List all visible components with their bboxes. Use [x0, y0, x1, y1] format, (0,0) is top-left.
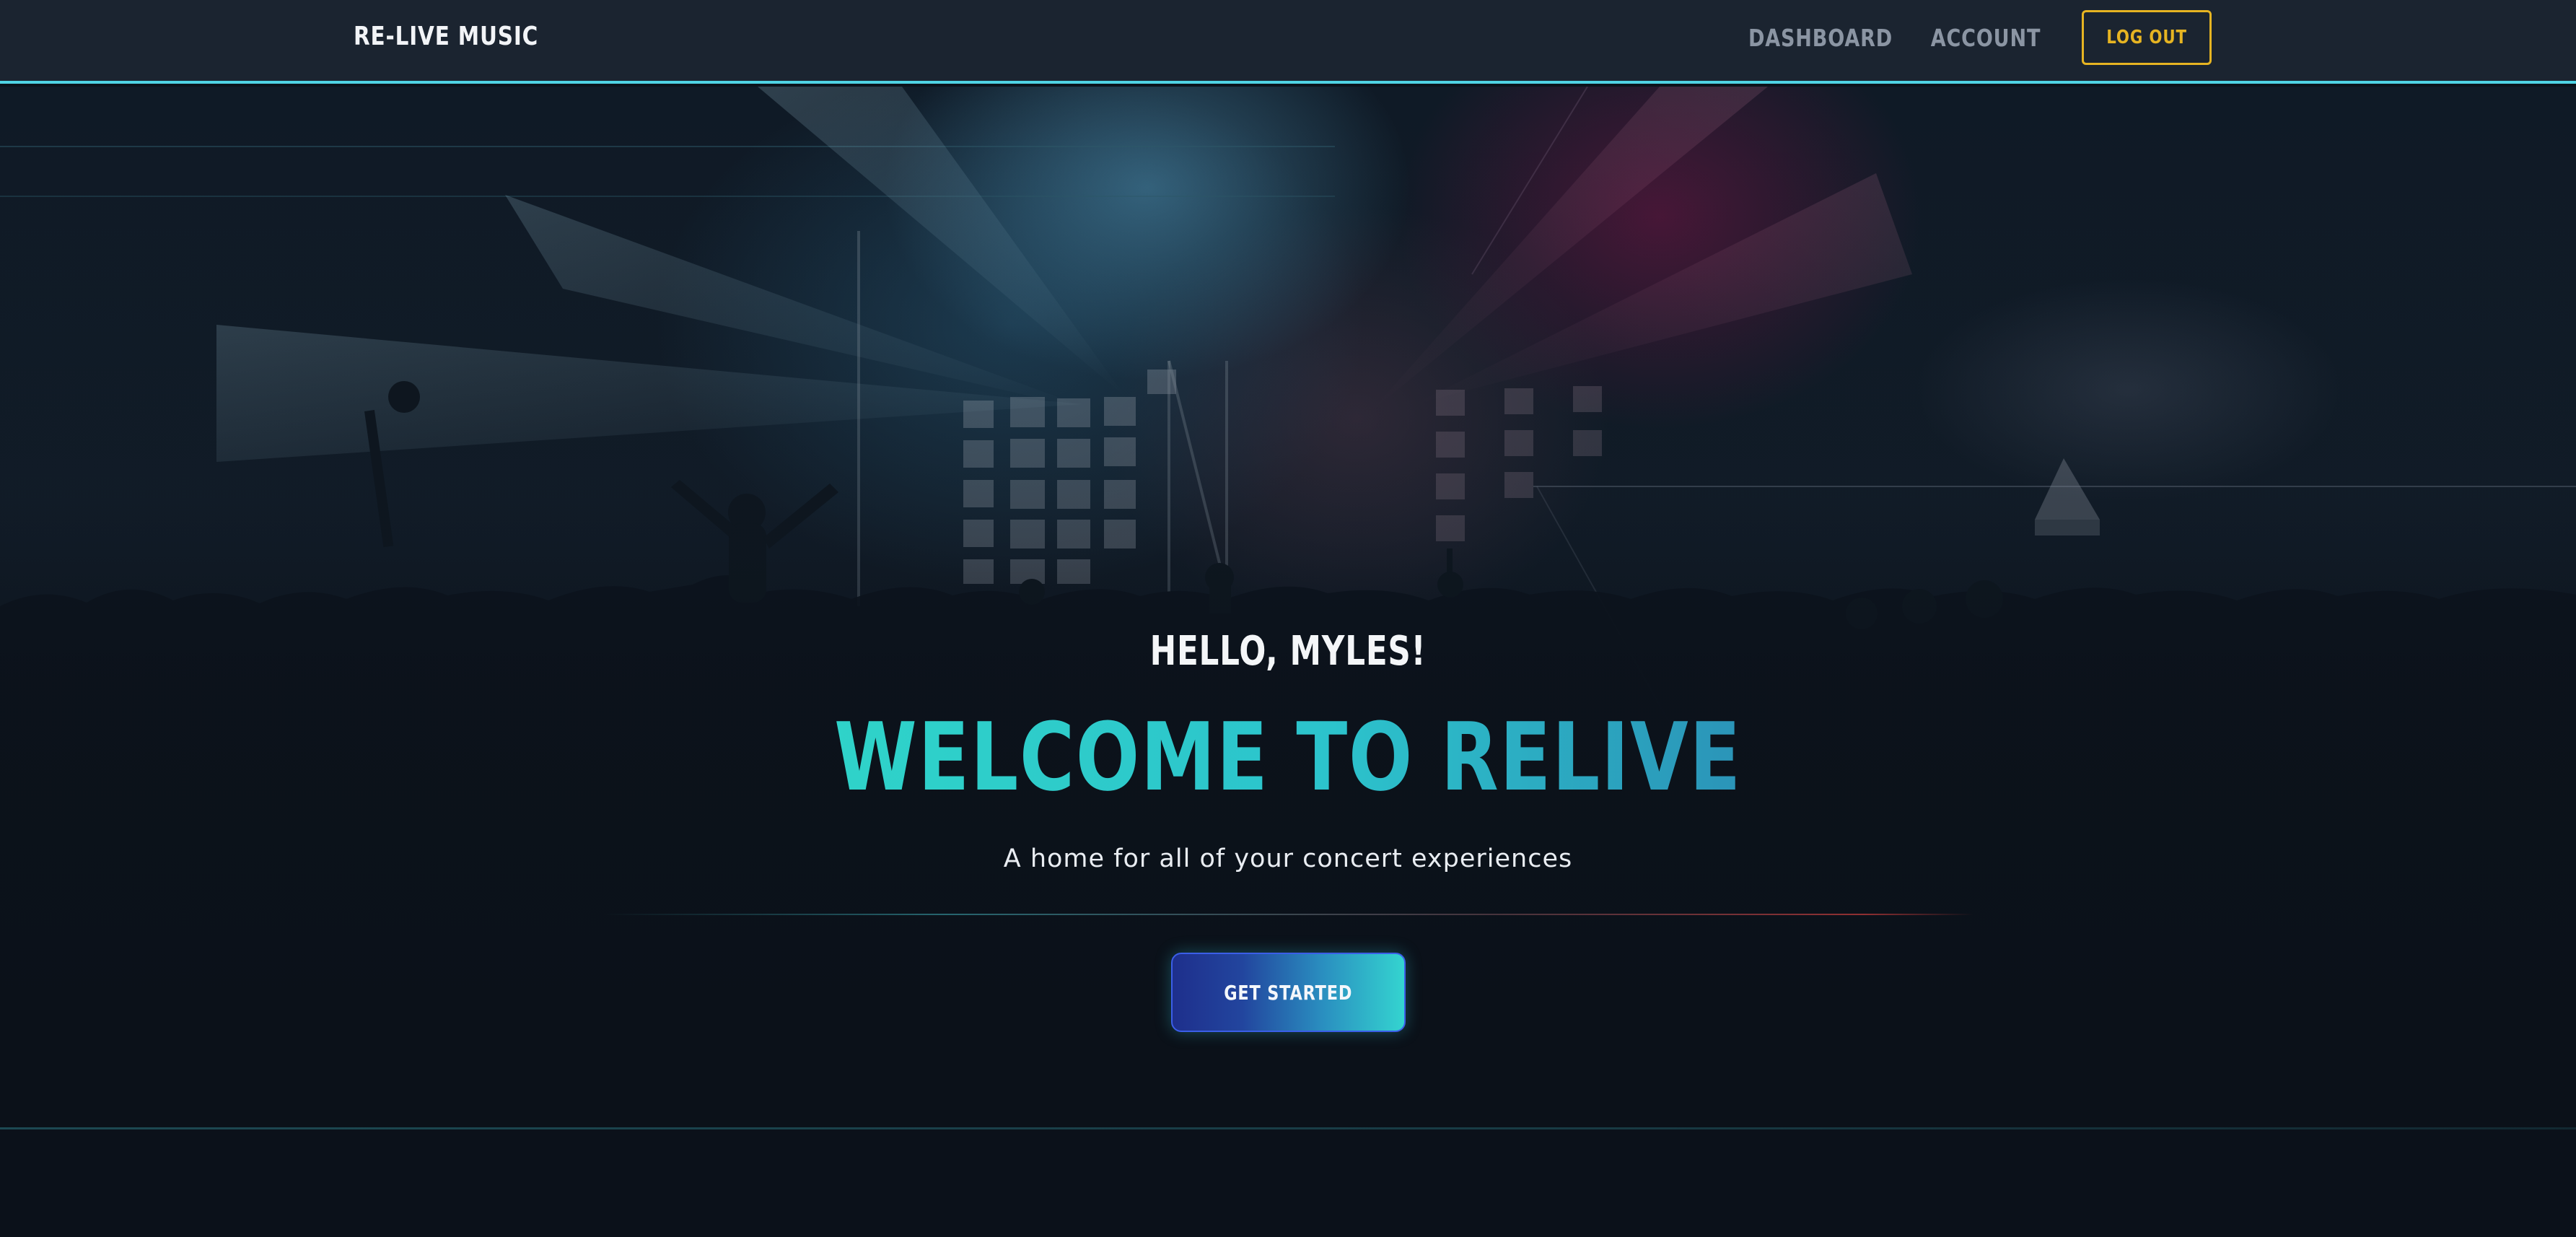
- tagline-text: A home for all of your concert experienc…: [1003, 844, 1573, 873]
- greeting-heading: HELLO, MYLES!: [1149, 628, 1427, 675]
- top-navbar: RE-LIVE MUSIC DASHBOARD ACCOUNT LOG OUT: [0, 0, 2576, 84]
- logout-button-label: LOG OUT: [2106, 27, 2187, 48]
- page: RE-LIVE MUSIC DASHBOARD ACCOUNT LOG OUT: [0, 0, 2576, 1237]
- logout-button[interactable]: LOG OUT: [2082, 10, 2212, 65]
- hero-divider: [603, 914, 1973, 915]
- brand-logo[interactable]: RE-LIVE MUSIC: [354, 22, 538, 51]
- nav-links: DASHBOARD ACCOUNT LOG OUT: [1732, 10, 2212, 65]
- nav-link-dashboard[interactable]: DASHBOARD: [1748, 24, 1893, 52]
- get-started-button[interactable]: GET STARTED: [1171, 953, 1406, 1032]
- nav-link-account[interactable]: ACCOUNT: [1931, 24, 2041, 52]
- page-bottom-band: [0, 1129, 2576, 1237]
- welcome-headline: WELCOME TO RELIVE: [258, 706, 2318, 809]
- hero-section: HELLO, MYLES! WELCOME TO RELIVE A home f…: [0, 87, 2576, 1129]
- get-started-button-label: GET STARTED: [1224, 980, 1353, 1005]
- welcome-headline-text: WELCOME TO RELIVE: [834, 702, 1742, 812]
